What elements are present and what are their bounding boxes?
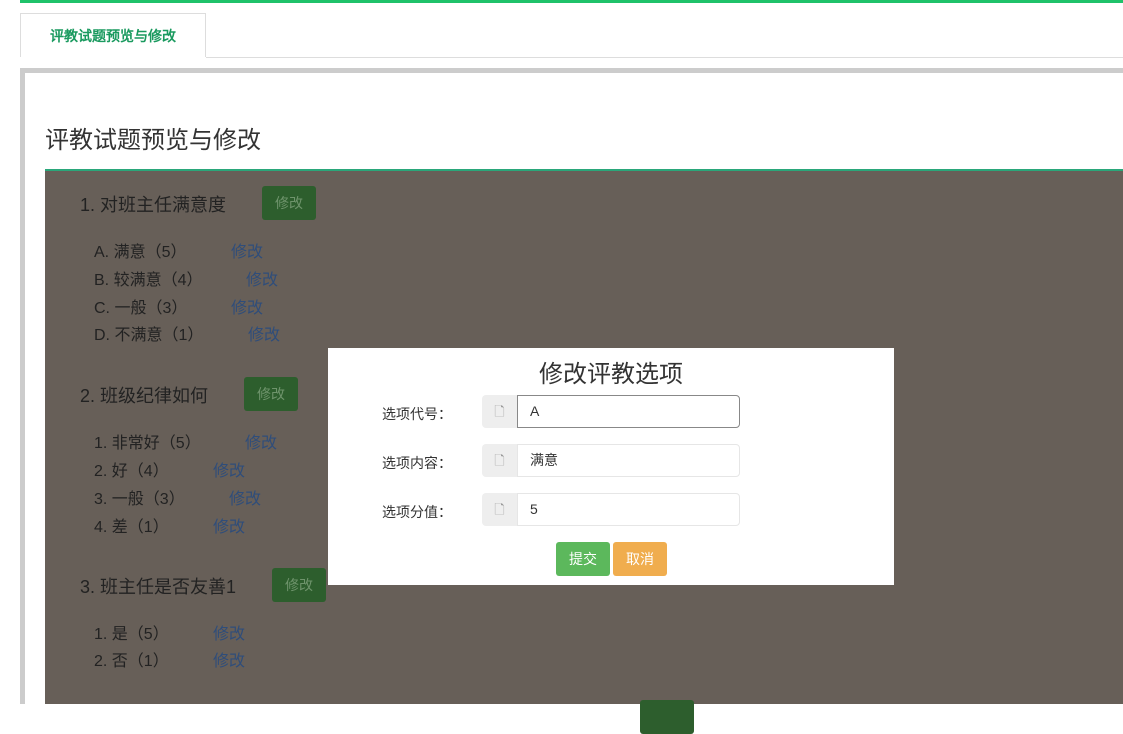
- edit-option-link[interactable]: 修改: [248, 321, 280, 345]
- edit-option-link[interactable]: 修改: [213, 457, 245, 481]
- option-label: 2. 好（4）: [94, 463, 169, 480]
- field-label-code: 选项代号：: [382, 406, 452, 422]
- file-icon: 🗋: [482, 395, 517, 428]
- edit-option-modal: 修改评教选项 选项代号： 🗋 A 选项内容： 🗋 满意 选项分值： 🗋 5 提交…: [328, 348, 894, 585]
- option-label: B. 较满意（4）: [94, 272, 203, 289]
- edit-option-link[interactable]: 修改: [213, 647, 245, 671]
- option-code-group: 🗋 A: [482, 395, 740, 428]
- edit-option-link[interactable]: 修改: [245, 429, 277, 453]
- edit-option-link[interactable]: 修改: [231, 294, 263, 318]
- question-title: 2. 班级纪律如何: [80, 386, 209, 406]
- question-title: 3. 班主任是否友善1: [80, 577, 237, 597]
- top-accent-line: [20, 0, 1123, 3]
- submit-button[interactable]: 提交: [556, 542, 610, 576]
- partial-button[interactable]: [640, 700, 694, 734]
- field-label-score: 选项分值：: [382, 504, 452, 520]
- tab-divider: [206, 57, 1123, 58]
- file-icon: 🗋: [482, 444, 517, 477]
- edit-question-button[interactable]: 修改: [244, 377, 298, 411]
- option-label: A. 满意（5）: [94, 244, 187, 261]
- option-label: 4. 差（1）: [94, 519, 169, 536]
- option-content-input[interactable]: 满意: [517, 444, 740, 477]
- edit-option-link[interactable]: 修改: [246, 266, 278, 290]
- option-label: 1. 是（5）: [94, 626, 169, 643]
- edit-question-button[interactable]: 修改: [272, 568, 326, 602]
- tab-preview-edit[interactable]: 评教试题预览与修改: [20, 13, 206, 57]
- option-label: 2. 否（1）: [94, 653, 169, 670]
- option-label: D. 不满意（1）: [94, 327, 204, 344]
- cancel-button[interactable]: 取消: [613, 542, 667, 576]
- edit-option-link[interactable]: 修改: [229, 485, 261, 509]
- option-label: 3. 一般（3）: [94, 491, 185, 508]
- option-code-input[interactable]: A: [517, 395, 740, 428]
- modal-title: 修改评教选项: [539, 361, 683, 388]
- option-score-group: 🗋 5: [482, 493, 740, 526]
- edit-option-link[interactable]: 修改: [231, 238, 263, 262]
- option-label: C. 一般（3）: [94, 300, 188, 317]
- option-content-group: 🗋 满意: [482, 444, 740, 477]
- page-title: 评教试题预览与修改: [45, 127, 261, 154]
- question-title: 1. 对班主任满意度: [80, 195, 227, 215]
- field-label-content: 选项内容：: [382, 455, 452, 471]
- option-label: 1. 非常好（5）: [94, 435, 201, 452]
- edit-option-link[interactable]: 修改: [213, 620, 245, 644]
- edit-option-link[interactable]: 修改: [213, 513, 245, 537]
- edit-question-button[interactable]: 修改: [262, 186, 316, 220]
- option-score-input[interactable]: 5: [517, 493, 740, 526]
- file-icon: 🗋: [482, 493, 517, 526]
